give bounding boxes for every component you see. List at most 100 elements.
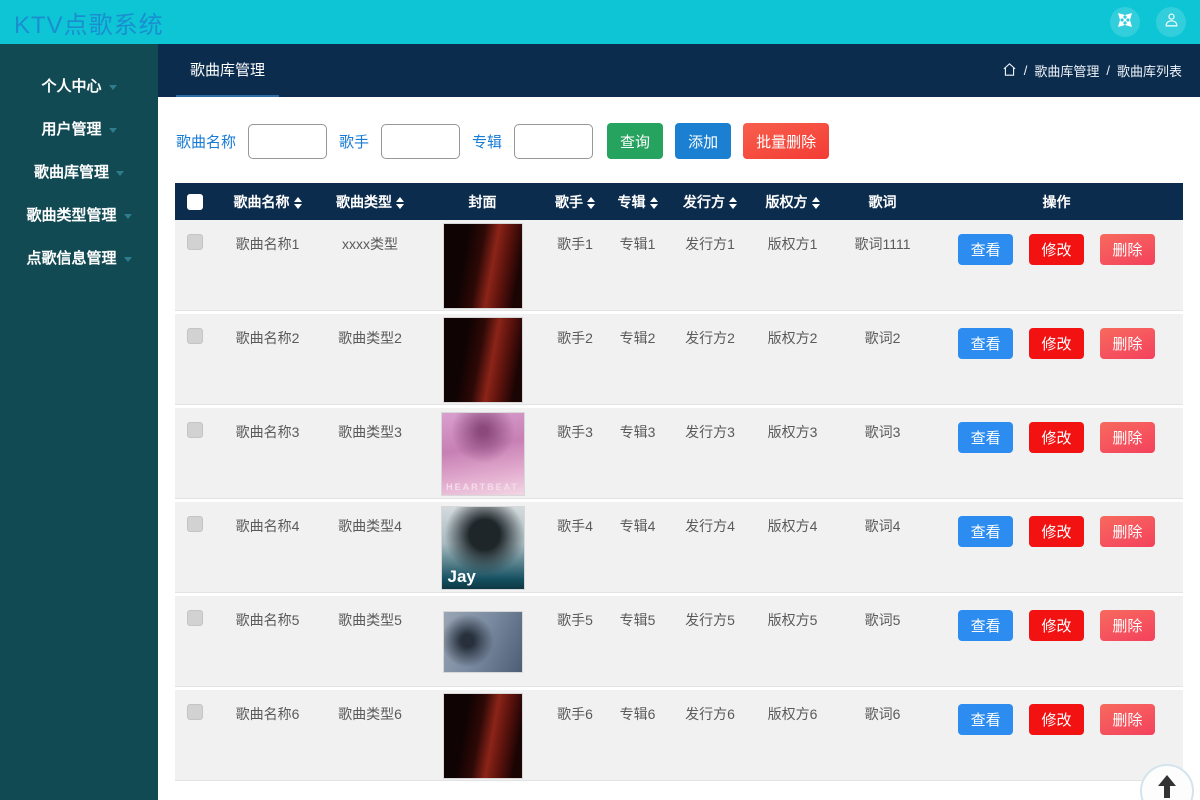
delete-button[interactable]: 删除 xyxy=(1100,516,1155,547)
tab-song-library[interactable]: 歌曲库管理 xyxy=(176,44,279,97)
cell-lyrics: 歌词1111 xyxy=(835,220,930,314)
edit-button[interactable]: 修改 xyxy=(1029,610,1084,641)
song-name-label: 歌曲名称 xyxy=(176,131,236,152)
chevron-down-icon xyxy=(124,257,132,262)
header-song-name[interactable]: 歌曲名称 xyxy=(215,183,320,220)
search-toolbar: 歌曲名称 歌手 专辑 查询 添加 批量删除 xyxy=(158,97,1200,183)
breadcrumb-song-library[interactable]: 歌曲库管理 xyxy=(1034,61,1099,80)
edit-button[interactable]: 修改 xyxy=(1029,516,1084,547)
cell-actions: 查看 修改 删除 xyxy=(930,690,1183,784)
chevron-down-icon xyxy=(124,214,132,219)
sidebar-item-user-management[interactable]: 用户管理 xyxy=(0,107,158,150)
header-album[interactable]: 专辑 xyxy=(605,183,670,220)
header-actions: 操作 xyxy=(930,183,1183,220)
view-button[interactable]: 查看 xyxy=(958,328,1013,359)
breadcrumb: / 歌曲库管理 / 歌曲库列表 xyxy=(1002,44,1182,97)
table-row: 歌曲名称2 歌曲类型2 歌手2 专辑2 发行方2 版权方2 歌词2 查看 修改 … xyxy=(175,314,1183,408)
user-button[interactable] xyxy=(1156,7,1186,37)
header-lyrics: 歌词 xyxy=(835,183,930,220)
row-checkbox[interactable] xyxy=(187,610,203,626)
breadcrumb-song-list[interactable]: 歌曲库列表 xyxy=(1117,61,1182,80)
sidebar-item-label: 点歌信息管理 xyxy=(26,247,116,268)
cell-actions: 查看 修改 删除 xyxy=(930,502,1183,596)
album-cover: HEARTBEAT xyxy=(441,412,525,496)
cell-song-name: 歌曲名称1 xyxy=(215,220,320,314)
cover-text: Jay xyxy=(448,567,476,587)
delete-button[interactable]: 删除 xyxy=(1100,704,1155,735)
edit-button[interactable]: 修改 xyxy=(1029,704,1084,735)
cell-album: 专辑4 xyxy=(605,502,670,596)
sort-icon xyxy=(650,197,658,209)
cell-copyright: 版权方5 xyxy=(750,596,835,690)
singer-input[interactable] xyxy=(381,124,460,159)
sidebar-item-song-type[interactable]: 歌曲类型管理 xyxy=(0,193,158,236)
sidebar-item-order-info[interactable]: 点歌信息管理 xyxy=(0,236,158,279)
cell-song-name: 歌曲名称5 xyxy=(215,596,320,690)
cell-song-name: 歌曲名称3 xyxy=(215,408,320,502)
view-button[interactable]: 查看 xyxy=(958,704,1013,735)
cell-song-type: 歌曲类型2 xyxy=(320,314,420,408)
delete-button[interactable]: 删除 xyxy=(1100,328,1155,359)
cell-song-name: 歌曲名称6 xyxy=(215,690,320,784)
row-checkbox[interactable] xyxy=(187,422,203,438)
batch-delete-button[interactable]: 批量删除 xyxy=(743,123,829,159)
singer-label: 歌手 xyxy=(339,131,369,152)
table-row: 歌曲名称1 xxxx类型 歌手1 专辑1 发行方1 版权方1 歌词1111 查看… xyxy=(175,220,1183,314)
sort-icon xyxy=(729,197,737,209)
cell-publisher: 发行方2 xyxy=(670,314,750,408)
album-cover: Jay xyxy=(441,506,525,590)
header-publisher[interactable]: 发行方 xyxy=(670,183,750,220)
cell-album: 专辑5 xyxy=(605,596,670,690)
cell-lyrics: 歌词2 xyxy=(835,314,930,408)
sidebar-item-label: 歌曲库管理 xyxy=(34,161,109,182)
header-copyright[interactable]: 版权方 xyxy=(750,183,835,220)
view-button[interactable]: 查看 xyxy=(958,610,1013,641)
cell-album: 专辑6 xyxy=(605,690,670,784)
album-cover xyxy=(443,693,523,779)
edit-button[interactable]: 修改 xyxy=(1029,234,1084,265)
chevron-down-icon xyxy=(109,85,117,90)
cell-publisher: 发行方1 xyxy=(670,220,750,314)
cell-singer: 歌手5 xyxy=(545,596,605,690)
sidebar-item-song-library[interactable]: 歌曲库管理 xyxy=(0,150,158,193)
row-checkbox[interactable] xyxy=(187,328,203,344)
cell-singer: 歌手4 xyxy=(545,502,605,596)
sidebar-item-label: 歌曲类型管理 xyxy=(26,204,116,225)
song-name-input[interactable] xyxy=(248,124,327,159)
row-checkbox[interactable] xyxy=(187,234,203,250)
row-checkbox[interactable] xyxy=(187,516,203,532)
table-header-row: 歌曲名称 歌曲类型 封面 歌手 专辑 发行方 版权方 歌词 操作 xyxy=(175,183,1183,220)
delete-button[interactable]: 删除 xyxy=(1100,234,1155,265)
arrow-up-icon xyxy=(1155,774,1179,800)
album-cover xyxy=(443,611,523,673)
cell-copyright: 版权方1 xyxy=(750,220,835,314)
fullscreen-button[interactable] xyxy=(1110,7,1140,37)
cell-copyright: 版权方3 xyxy=(750,408,835,502)
cell-copyright: 版权方6 xyxy=(750,690,835,784)
cell-lyrics: 歌词3 xyxy=(835,408,930,502)
select-all-checkbox[interactable] xyxy=(187,194,203,210)
edit-button[interactable]: 修改 xyxy=(1029,422,1084,453)
header-singer[interactable]: 歌手 xyxy=(545,183,605,220)
breadcrumb-separator: / xyxy=(1106,63,1110,78)
cell-song-type: 歌曲类型4 xyxy=(320,502,420,596)
cover-text: HEARTBEAT xyxy=(442,482,524,492)
header-song-type[interactable]: 歌曲类型 xyxy=(320,183,420,220)
delete-button[interactable]: 删除 xyxy=(1100,610,1155,641)
view-button[interactable]: 查看 xyxy=(958,422,1013,453)
cell-actions: 查看 修改 删除 xyxy=(930,596,1183,690)
row-checkbox[interactable] xyxy=(187,704,203,720)
sort-icon xyxy=(294,197,302,209)
view-button[interactable]: 查看 xyxy=(958,234,1013,265)
view-button[interactable]: 查看 xyxy=(958,516,1013,547)
edit-button[interactable]: 修改 xyxy=(1029,328,1084,359)
delete-button[interactable]: 删除 xyxy=(1100,422,1155,453)
add-button[interactable]: 添加 xyxy=(675,123,731,159)
sidebar-item-personal-center[interactable]: 个人中心 xyxy=(0,64,158,107)
cell-song-type: 歌曲类型3 xyxy=(320,408,420,502)
album-input[interactable] xyxy=(514,124,593,159)
query-button[interactable]: 查询 xyxy=(607,123,663,159)
cell-publisher: 发行方3 xyxy=(670,408,750,502)
cell-lyrics: 歌词5 xyxy=(835,596,930,690)
home-icon[interactable] xyxy=(1002,62,1017,80)
